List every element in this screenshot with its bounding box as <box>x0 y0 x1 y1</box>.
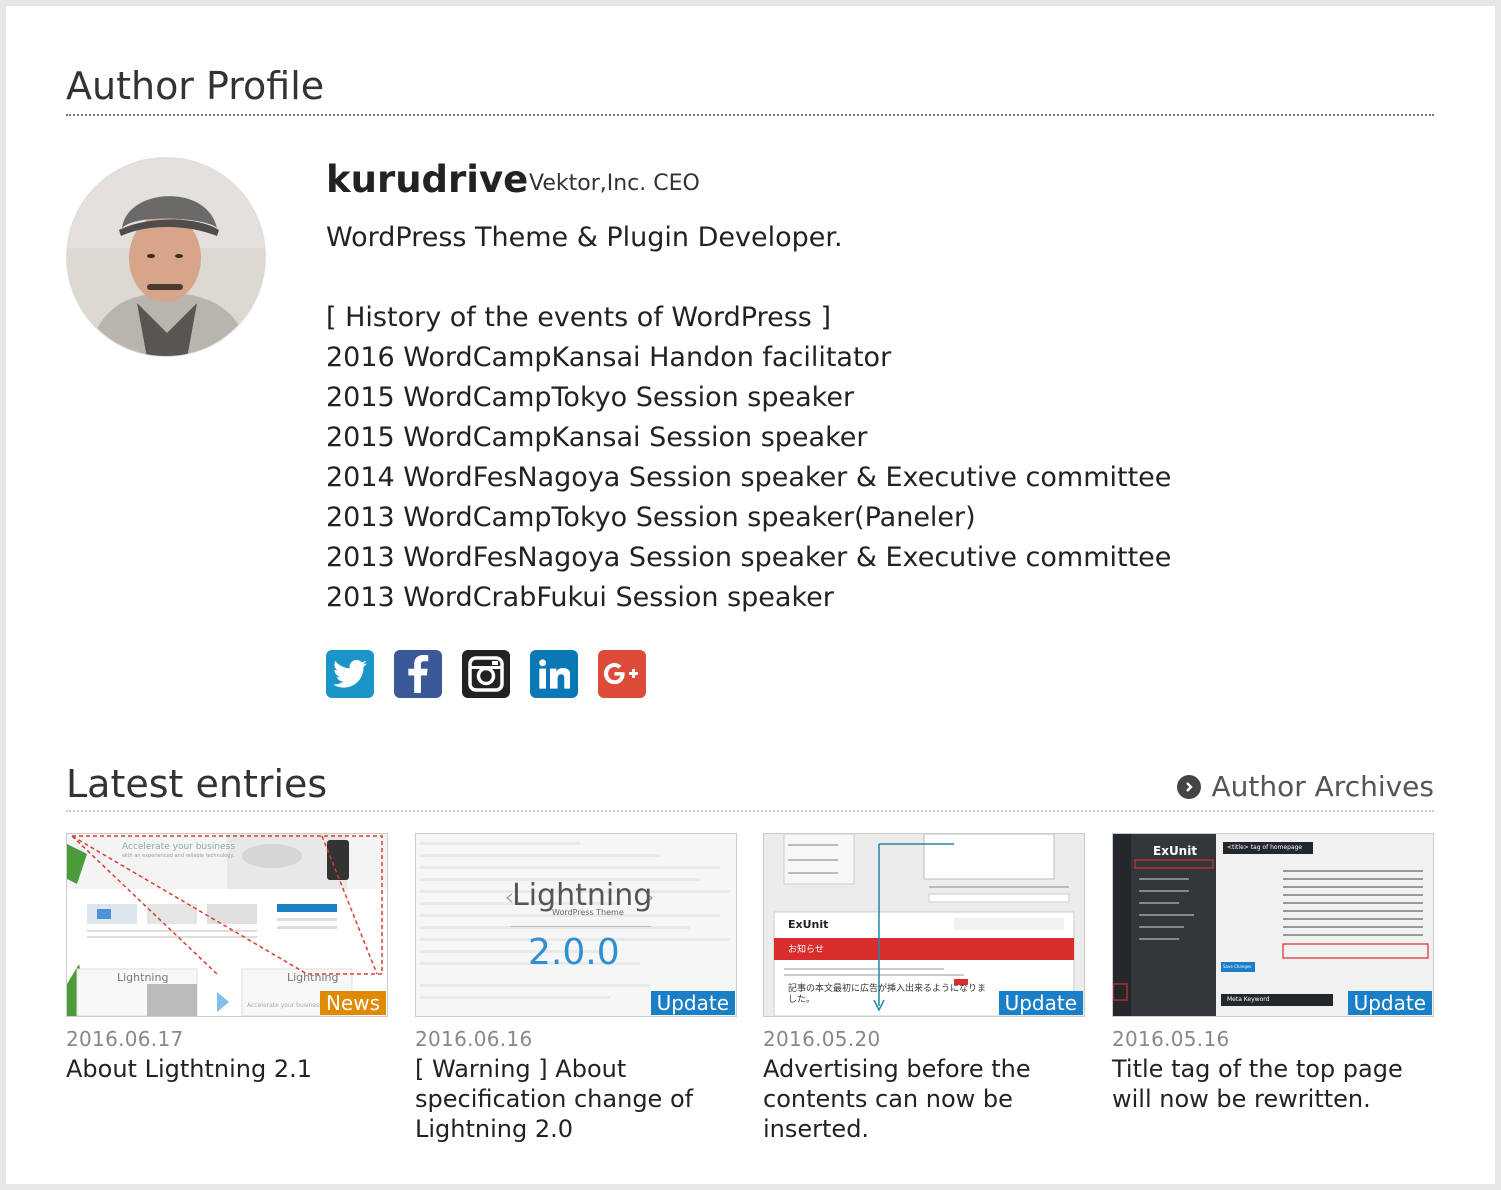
thumbnail-text: WordPress Theme <box>552 908 624 917</box>
entry-date: 2016.06.17 <box>66 1027 184 1051</box>
bio-line: 2013 WordFesNagoya Session speaker & Exe… <box>326 542 1172 573</box>
thumbnail-text: Save Changes <box>1223 964 1252 969</box>
thumbnail-text: <title> tag of homepage <box>1227 844 1303 851</box>
thumbnail-text: Accelerate your business <box>122 842 235 852</box>
entry-thumbnail[interactable]: ExUnit <title> tag of homepage Save Chan… <box>1112 833 1434 1017</box>
category-badge[interactable]: Update <box>1347 991 1432 1015</box>
category-badge[interactable]: Update <box>650 991 735 1015</box>
entry-card: ExUnit <title> tag of homepage Save Chan… <box>1112 833 1434 1114</box>
avatar <box>66 157 266 357</box>
bio-line <box>326 258 1171 298</box>
author-name: kurudrive <box>326 158 529 201</box>
thumbnail-text: Accelerate your business <box>247 1002 323 1009</box>
entry-card: ExUnit お知らせ 記事の本文最初に広告が挿入出来るようになりました。 Up… <box>763 833 1085 1144</box>
thumbnail-version: 2.0.0 <box>528 932 620 973</box>
entry-card: Accelerate your business with an experie… <box>66 833 388 1084</box>
bio-line: 2015 WordCampTokyo Session speaker <box>326 382 855 413</box>
thumbnail-logo: Lightning <box>117 971 169 984</box>
bio-line: 2014 WordFesNagoya Session speaker & Exe… <box>326 462 1172 493</box>
entry-thumbnail[interactable]: ExUnit お知らせ 記事の本文最初に広告が挿入出来るようになりました。 Up… <box>763 833 1085 1017</box>
entry-date: 2016.05.16 <box>1112 1027 1230 1051</box>
category-badge[interactable]: Update <box>998 991 1083 1015</box>
thumbnail-text: お知らせ <box>788 945 824 955</box>
bio-line: WordPress Theme & Plugin Developer. <box>326 222 843 253</box>
entry-date: 2016.05.20 <box>763 1027 881 1051</box>
linkedin-icon[interactable] <box>530 650 578 698</box>
divider <box>66 810 1434 812</box>
social-links <box>326 650 646 698</box>
thumbnail-text: Meta Keyword <box>1227 996 1270 1003</box>
author-archives-link[interactable]: Author Archives <box>1177 770 1434 803</box>
entry-thumbnail[interactable]: Lightning WordPress Theme 2.0.0 Update <box>415 833 737 1017</box>
author-bio: WordPress Theme & Plugin Developer. [ Hi… <box>326 218 1171 618</box>
entry-title[interactable]: Title tag of the top page will now be re… <box>1112 1054 1434 1114</box>
thumbnail-text: with an experienced and reliable technol… <box>122 853 235 859</box>
entry-date: 2016.06.16 <box>415 1027 533 1051</box>
thumbnail-logo: ExUnit <box>1153 844 1198 858</box>
category-badge[interactable]: News <box>319 991 386 1015</box>
entry-title[interactable]: Advertising before the contents can now … <box>763 1054 1085 1144</box>
divider <box>66 114 1434 116</box>
thumbnail-logo: Lightning <box>287 971 339 984</box>
author-archives-label: Author Archives <box>1211 770 1434 803</box>
author-role: Vektor,Inc. CEO <box>529 171 700 196</box>
entry-card: Lightning WordPress Theme 2.0.0 Update 2… <box>415 833 737 1144</box>
facebook-icon[interactable] <box>394 650 442 698</box>
bio-line: 2016 WordCampKansai Handon facilitator <box>326 342 892 373</box>
author-profile-heading: Author Profile <box>66 64 325 108</box>
thumbnail-text: 記事の本文最初に広告が挿入出来るようになりました。 <box>788 984 987 1005</box>
thumbnail-logo: ExUnit <box>788 918 829 931</box>
latest-entries-heading: Latest entries <box>66 762 328 806</box>
author-box: Author Profile kurudrive Vektor,Inc. CEO… <box>6 6 1495 1184</box>
entry-thumbnail[interactable]: Accelerate your business with an experie… <box>66 833 388 1017</box>
bio-line: [ History of the events of WordPress ] <box>326 302 831 333</box>
entry-title[interactable]: [ Warning ] About specification change o… <box>415 1054 737 1144</box>
bio-line: 2015 WordCampKansai Session speaker <box>326 422 868 453</box>
entry-title[interactable]: About Ligthtning 2.1 <box>66 1054 388 1084</box>
google-plus-icon[interactable] <box>598 650 646 698</box>
bio-line: 2013 WordCampTokyo Session speaker(Panel… <box>326 502 976 533</box>
bio-line: 2013 WordCrabFukui Session speaker <box>326 582 834 613</box>
chevron-right-icon <box>1177 774 1202 799</box>
twitter-icon[interactable] <box>326 650 374 698</box>
instagram-icon[interactable] <box>462 650 510 698</box>
